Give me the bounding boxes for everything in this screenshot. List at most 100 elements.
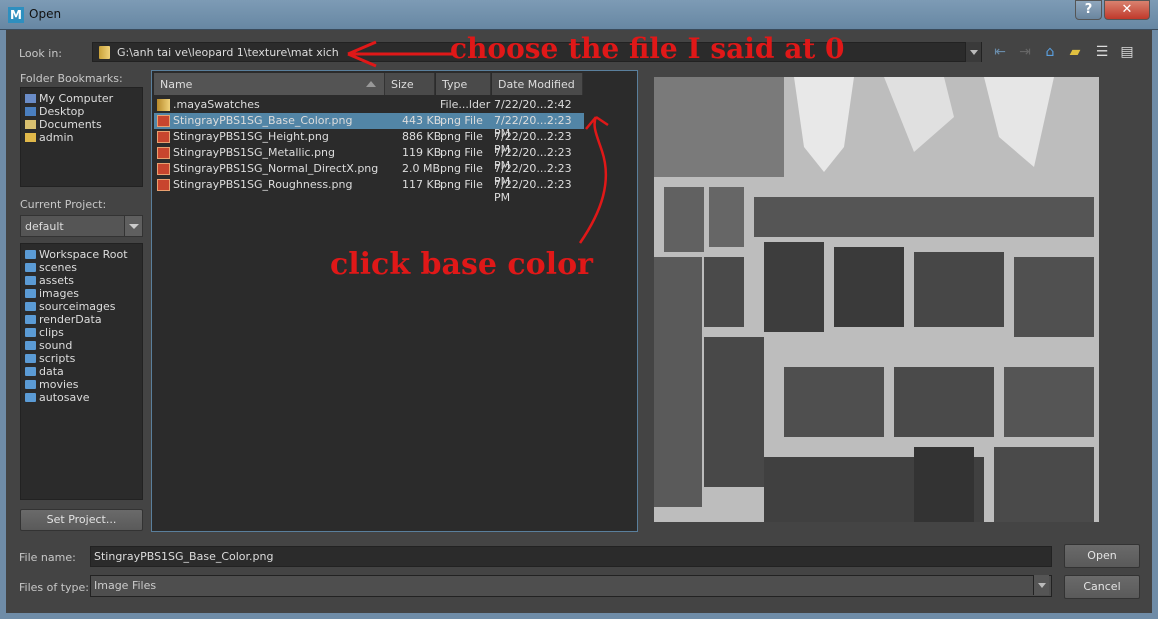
png-file-icon [157, 147, 170, 159]
column-header-size[interactable]: Size [385, 73, 435, 95]
forward-icon[interactable]: ⇥ [1017, 44, 1033, 60]
file-row-selected[interactable]: StingrayPBS1SG_Base_Color.png 443 KB png… [154, 113, 584, 140]
project-folder-item[interactable]: scenes [25, 261, 77, 274]
column-header-name[interactable]: Name [154, 73, 385, 95]
file-type-cell: png File [440, 178, 483, 191]
project-folder-label: sound [39, 339, 73, 352]
folder-icon [25, 276, 36, 285]
project-folder-label: data [39, 365, 64, 378]
folder-icon [157, 99, 170, 111]
bookmark-label: Desktop [39, 105, 85, 118]
bookmark-documents[interactable]: Documents [25, 118, 102, 131]
file-name-cell: StingrayPBS1SG_Height.png [173, 130, 329, 143]
column-header-date[interactable]: Date Modified [492, 73, 583, 95]
project-folder-item[interactable]: movies [25, 378, 79, 391]
file-type-cell: png File [440, 114, 483, 127]
folder-icon [25, 341, 36, 350]
project-folder-label: scripts [39, 352, 76, 365]
folder-bookmarks-label: Folder Bookmarks: [20, 72, 123, 85]
project-folder-label: clips [39, 326, 64, 339]
new-folder-icon[interactable]: ▰ [1067, 44, 1083, 60]
open-button[interactable]: Open [1064, 544, 1140, 568]
back-icon[interactable]: ⇤ [992, 44, 1008, 60]
project-folder-item[interactable]: images [25, 287, 79, 300]
list-view-icon[interactable]: ☰ [1094, 44, 1110, 60]
look-in-label: Look in: [19, 47, 62, 60]
file-row[interactable]: StingrayPBS1SG_Roughness.png 117 KB png … [154, 177, 584, 204]
project-folder-item[interactable]: clips [25, 326, 64, 339]
file-row[interactable]: StingrayPBS1SG_Normal_DirectX.png 2.0 MB… [154, 161, 584, 188]
project-folder-item[interactable]: sound [25, 339, 72, 352]
file-row[interactable]: .mayaSwatches File...lder 7/22/20...2:42… [154, 97, 584, 124]
project-folder-item[interactable]: sourceimages [25, 300, 116, 313]
project-folder-item[interactable]: data [25, 365, 64, 378]
chevron-down-icon[interactable] [1033, 575, 1049, 595]
bookmark-my-computer[interactable]: My Computer [25, 92, 113, 105]
bookmarks-list: My Computer Desktop Documents admin [20, 87, 143, 187]
project-folder-item[interactable]: Workspace Root [25, 248, 128, 261]
bookmark-label: Documents [39, 118, 102, 131]
annotation-arrow-curve [578, 115, 609, 244]
folder-icon [25, 315, 36, 324]
current-project-combobox[interactable]: default [20, 215, 143, 237]
project-folder-item[interactable]: autosave [25, 391, 90, 404]
chevron-down-icon[interactable] [124, 216, 142, 236]
files-of-type-label: Files of type: [19, 581, 90, 594]
project-folder-item[interactable]: renderData [25, 313, 102, 326]
set-project-button[interactable]: Set Project... [20, 509, 143, 531]
file-type-cell: png File [440, 162, 483, 175]
bookmark-label: My Computer [39, 92, 114, 105]
project-folder-label: Workspace Root [39, 248, 128, 261]
documents-icon [25, 120, 36, 129]
computer-icon [25, 94, 36, 103]
bookmark-admin[interactable]: admin [25, 131, 73, 144]
project-folder-label: autosave [39, 391, 90, 404]
file-row[interactable]: StingrayPBS1SG_Metallic.png 119 KB png F… [154, 145, 584, 172]
project-folder-label: scenes [39, 261, 78, 274]
project-folder-item[interactable]: scripts [25, 352, 75, 365]
file-date-cell: 7/22/20...2:23 PM [494, 178, 572, 204]
file-row[interactable]: StingrayPBS1SG_Height.png 886 KB png Fil… [154, 129, 584, 156]
title-bar: M Open ? ✕ [0, 0, 1158, 30]
project-folder-label: movies [39, 378, 79, 391]
project-folder-label: renderData [39, 313, 102, 326]
file-name-field[interactable]: StingrayPBS1SG_Base_Color.png [90, 546, 1052, 567]
maya-logo-icon: M [8, 7, 24, 23]
png-file-icon [157, 163, 170, 175]
files-of-type-combobox[interactable]: Image Files [90, 575, 1052, 597]
file-type-cell: png File [440, 130, 483, 143]
help-button[interactable]: ? [1075, 0, 1102, 20]
file-size-cell: 119 KB [402, 146, 442, 159]
close-button[interactable]: ✕ [1104, 0, 1150, 20]
dialog-body: Look in: G:\anh tai ve\leopard 1\texture… [6, 30, 1152, 613]
column-header-type[interactable]: Type [436, 73, 491, 95]
project-folder-label: images [39, 287, 79, 300]
detail-view-icon[interactable]: ▤ [1119, 44, 1135, 60]
file-size-cell: 886 KB [402, 130, 442, 143]
folder-icon [25, 250, 36, 259]
window-title: Open [29, 7, 62, 21]
user-folder-icon [25, 133, 36, 142]
file-size-cell: 2.0 MB [402, 162, 441, 175]
folder-icon [25, 367, 36, 376]
chevron-down-icon[interactable] [965, 42, 981, 62]
folder-icon [25, 328, 36, 337]
file-name-cell: StingrayPBS1SG_Normal_DirectX.png [173, 162, 379, 175]
file-list: Name Size Type Date Modified .mayaSwatch… [151, 70, 638, 532]
folder-icon [99, 46, 110, 59]
file-size-cell: 443 KB [402, 114, 442, 127]
folder-icon [25, 393, 36, 402]
file-type-cell: File...lder [440, 98, 491, 111]
look-in-path: G:\anh tai ve\leopard 1\texture\mat xich [117, 46, 339, 59]
cancel-button[interactable]: Cancel [1064, 575, 1140, 599]
bookmark-desktop[interactable]: Desktop [25, 105, 84, 118]
file-name-cell: StingrayPBS1SG_Metallic.png [173, 146, 336, 159]
bookmark-label: admin [39, 131, 74, 144]
png-file-icon [157, 131, 170, 143]
current-project-label: Current Project: [20, 198, 107, 211]
texture-preview-image [654, 77, 1099, 522]
project-folder-item[interactable]: assets [25, 274, 74, 287]
file-name-cell: StingrayPBS1SG_Base_Color.png [173, 114, 353, 127]
home-icon[interactable]: ⌂ [1042, 44, 1058, 60]
png-file-icon [157, 115, 170, 127]
